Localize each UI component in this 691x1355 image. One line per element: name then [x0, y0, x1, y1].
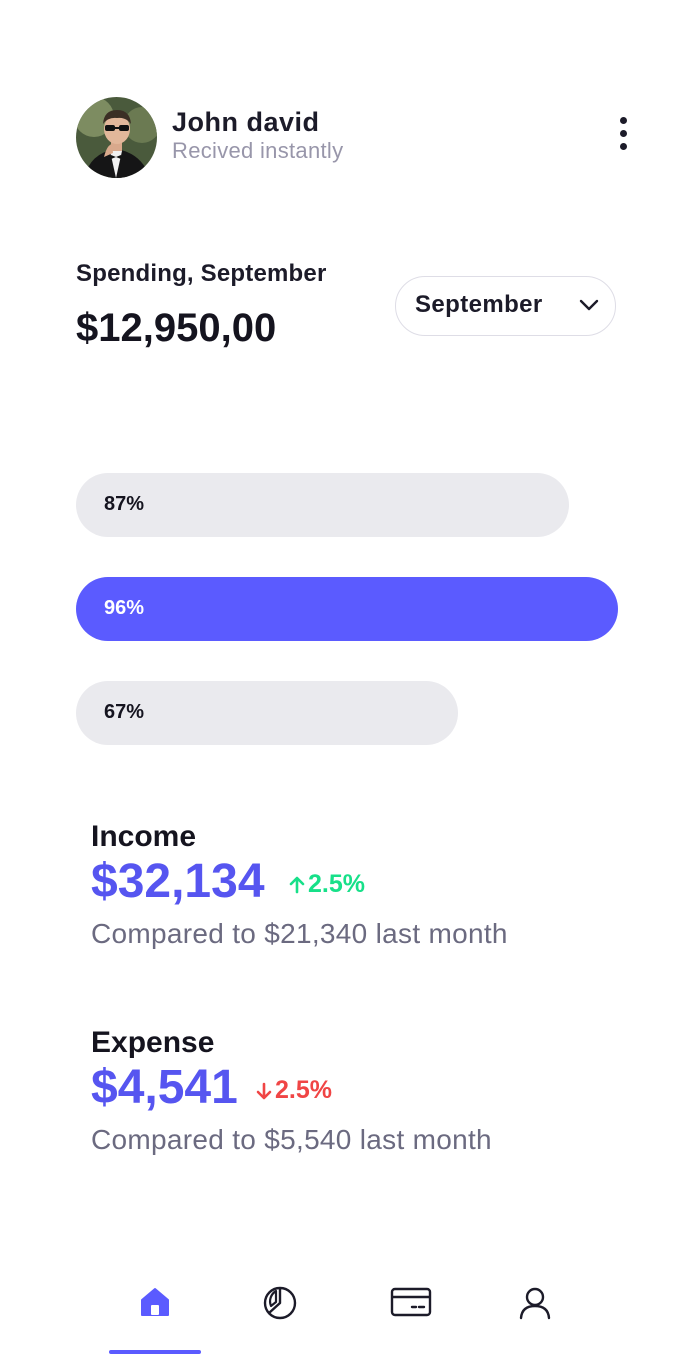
- card-icon: [390, 1287, 432, 1317]
- profile-header: John david Recived instantly: [76, 97, 636, 179]
- expense-change: 2.5%: [256, 1076, 332, 1105]
- pie-chart-icon: [263, 1286, 297, 1320]
- spending-bar-label: 67%: [104, 701, 145, 723]
- spending-bar-label: 96%: [104, 597, 145, 619]
- spending-bar-label: 87%: [104, 493, 145, 515]
- month-dropdown-value: September: [415, 291, 543, 318]
- avatar[interactable]: [76, 97, 157, 178]
- expense-change-value: 2.5%: [275, 1076, 332, 1104]
- spending-amount: $12,950,00: [76, 306, 277, 350]
- expense-label: Expense: [91, 1026, 215, 1059]
- arrow-down-icon: [256, 1083, 272, 1100]
- month-dropdown[interactable]: September: [395, 276, 616, 336]
- bottom-nav: [0, 1270, 691, 1355]
- nav-profile[interactable]: [488, 1270, 580, 1354]
- spending-bar-active[interactable]: 96%: [76, 577, 618, 641]
- income-value: $32,134: [91, 855, 265, 908]
- user-name: John david: [172, 107, 320, 137]
- arrow-up-icon: [289, 877, 305, 894]
- nav-cards[interactable]: [360, 1270, 452, 1354]
- nav-home[interactable]: [109, 1270, 201, 1354]
- income-change-value: 2.5%: [308, 870, 365, 898]
- expense-value: $4,541: [91, 1061, 238, 1114]
- income-change: 2.5%: [289, 870, 365, 899]
- spending-bar[interactable]: 87%: [76, 473, 569, 537]
- expense-note: Compared to $5,540 last month: [91, 1124, 492, 1155]
- spending-label: Spending, September: [76, 260, 327, 287]
- nav-analytics[interactable]: [233, 1270, 325, 1354]
- spending-bar[interactable]: 67%: [76, 681, 458, 745]
- income-label: Income: [91, 820, 197, 853]
- nav-active-indicator: [109, 1350, 201, 1354]
- home-icon: [141, 1288, 169, 1316]
- income-note: Compared to $21,340 last month: [91, 918, 508, 949]
- more-options-icon[interactable]: [612, 113, 636, 153]
- user-icon: [519, 1287, 551, 1320]
- chevron-down-icon: [579, 299, 599, 311]
- user-status: Recived instantly: [172, 138, 344, 163]
